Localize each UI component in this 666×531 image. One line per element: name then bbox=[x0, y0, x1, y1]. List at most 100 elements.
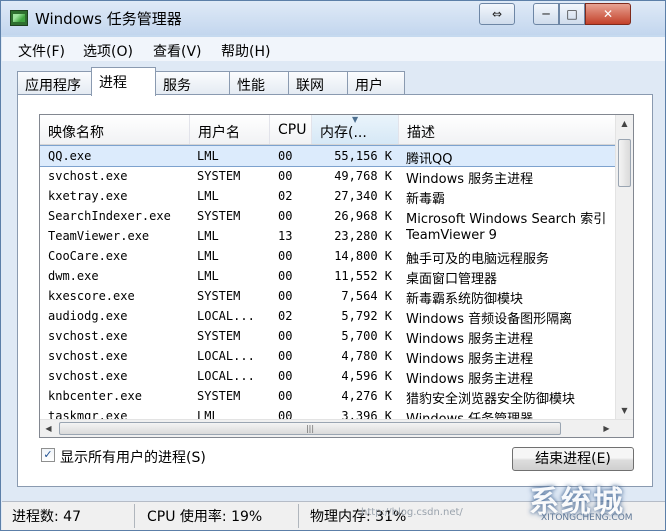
cell-memory: 4,780 K bbox=[341, 349, 392, 363]
scroll-right-arrow-icon[interactable]: ▶ bbox=[598, 420, 615, 437]
close-button[interactable]: ✕ bbox=[585, 3, 631, 25]
cell-user-name: LML bbox=[197, 249, 219, 263]
cell-image-name: knbcenter.exe bbox=[48, 389, 142, 403]
tab-services[interactable]: 服务 bbox=[155, 71, 230, 95]
table-row[interactable]: TeamViewer.exe LML 13 23,280 K TeamViewer 9 bbox=[40, 226, 615, 246]
cell-description: Windows 服务主进程 bbox=[406, 352, 534, 367]
cell-cpu: 00 bbox=[278, 349, 293, 363]
process-list[interactable]: 映像名称 用户名 CPU ▼ 内存(... 描述 QQ.exe LML 00 55,1… bbox=[39, 114, 634, 438]
column-cpu[interactable]: CPU bbox=[270, 115, 312, 144]
cell-memory: 27,340 K bbox=[334, 189, 392, 203]
cell-memory: 23,280 K bbox=[334, 229, 392, 243]
cell-memory: 5,700 K bbox=[341, 329, 392, 343]
table-row[interactable]: svchost.exe LOCAL... 00 4,596 K Windows 服务主进… bbox=[40, 366, 615, 387]
cell-cpu: 00 bbox=[278, 329, 293, 343]
cell-description: 腾讯QQ bbox=[406, 152, 453, 167]
menu-file[interactable]: 文件(F) bbox=[18, 41, 65, 61]
cell-cpu: 00 bbox=[278, 269, 293, 283]
cell-image-name: svchost.exe bbox=[48, 329, 128, 343]
column-image-name[interactable]: 映像名称 bbox=[40, 115, 190, 144]
cell-user-name: LOCAL... bbox=[197, 309, 255, 323]
cell-user-name: SYSTEM bbox=[197, 389, 241, 403]
cell-memory: 14,800 K bbox=[334, 249, 392, 263]
column-memory-label: 内存(... bbox=[320, 125, 367, 141]
status-divider bbox=[134, 504, 135, 528]
cell-description: 新毒霸系统防御模块 bbox=[406, 292, 524, 307]
cell-memory: 4,276 K bbox=[341, 389, 392, 403]
cell-cpu: 13 bbox=[278, 229, 293, 243]
cell-description: TeamViewer 9 bbox=[406, 228, 497, 243]
table-row[interactable]: SearchIndexer.exe SYSTEM 00 26,968 K Microso… bbox=[40, 206, 615, 227]
table-row[interactable]: kxetray.exe LML 02 27,340 K 新毒霸 bbox=[40, 186, 615, 207]
cell-user-name: SYSTEM bbox=[197, 329, 241, 343]
cell-memory: 55,156 K bbox=[334, 149, 392, 163]
blog-watermark: http://blog.csdn.net/ bbox=[361, 507, 463, 518]
tab-performance[interactable]: 性能 bbox=[229, 71, 289, 95]
cell-cpu: 00 bbox=[278, 169, 293, 183]
cell-description: Windows 服务主进程 bbox=[406, 172, 534, 187]
cell-cpu: 00 bbox=[278, 249, 293, 263]
cell-image-name: svchost.exe bbox=[48, 369, 128, 383]
table-row[interactable]: audiodg.exe LOCAL... 02 5,792 K Windows 音频设备… bbox=[40, 306, 615, 327]
cell-cpu: 02 bbox=[278, 189, 293, 203]
table-row[interactable]: svchost.exe SYSTEM 00 5,700 K Windows 服务主进程 bbox=[40, 326, 615, 347]
vertical-scrollbar[interactable]: ▲ ▼ bbox=[615, 115, 633, 419]
cell-description: 桌面窗口管理器 bbox=[406, 272, 498, 287]
scroll-up-arrow-icon[interactable]: ▲ bbox=[616, 115, 633, 132]
table-row[interactable]: dwm.exe LML 00 11,552 K 桌面窗口管理器 bbox=[40, 266, 615, 287]
table-row[interactable]: svchost.exe LOCAL... 00 4,780 K Windows 服务主进… bbox=[40, 346, 615, 367]
cell-memory: 11,552 K bbox=[334, 269, 392, 283]
cell-user-name: SYSTEM bbox=[197, 289, 241, 303]
scroll-left-arrow-icon[interactable]: ◀ bbox=[40, 420, 57, 437]
show-all-users-checkbox[interactable]: ✓ bbox=[41, 448, 55, 462]
table-row[interactable]: kxescore.exe SYSTEM 00 7,564 K 新毒霸系统防御模块 bbox=[40, 286, 615, 307]
cell-user-name: LOCAL... bbox=[197, 369, 255, 383]
tab-applications[interactable]: 应用程序 bbox=[17, 71, 92, 95]
column-header-row: 映像名称 用户名 CPU ▼ 内存(... 描述 bbox=[40, 115, 633, 145]
cell-image-name: TeamViewer.exe bbox=[48, 229, 150, 243]
cell-description: Windows 服务主进程 bbox=[406, 332, 534, 347]
tab-users[interactable]: 用户 bbox=[347, 71, 405, 95]
cell-image-name: kxescore.exe bbox=[48, 289, 135, 303]
tab-networking[interactable]: 联网 bbox=[288, 71, 348, 95]
horizontal-scrollbar[interactable]: ◀ ||| ▶ bbox=[40, 419, 633, 437]
column-user-name[interactable]: 用户名 bbox=[190, 115, 270, 144]
resize-button[interactable]: ⇔ bbox=[479, 3, 515, 25]
vertical-scroll-thumb[interactable] bbox=[618, 139, 631, 187]
cell-cpu: 00 bbox=[278, 369, 293, 383]
end-process-button[interactable]: 结束进程(E) bbox=[512, 447, 634, 471]
column-description[interactable]: 描述 bbox=[399, 115, 633, 144]
menu-help[interactable]: 帮助(H) bbox=[221, 41, 270, 61]
column-memory[interactable]: ▼ 内存(... bbox=[312, 115, 399, 144]
process-rows: QQ.exe LML 00 55,156 K 腾讯QQ svchost.exe SYSTEM… bbox=[40, 145, 616, 427]
cell-memory: 7,564 K bbox=[341, 289, 392, 303]
menu-options[interactable]: 选项(O) bbox=[83, 41, 133, 61]
cell-cpu: 00 bbox=[278, 209, 293, 223]
cell-cpu: 00 bbox=[278, 289, 293, 303]
menu-bar: 文件(F) 选项(O) 查看(V) 帮助(H) bbox=[2, 37, 665, 61]
cell-user-name: LML bbox=[197, 149, 219, 163]
horizontal-scroll-thumb[interactable]: ||| bbox=[59, 422, 561, 435]
sort-descending-icon: ▼ bbox=[352, 115, 359, 124]
status-divider bbox=[298, 504, 299, 528]
scroll-down-arrow-icon[interactable]: ▼ bbox=[616, 402, 633, 419]
minimize-button[interactable]: ─ bbox=[533, 3, 559, 25]
cell-image-name: kxetray.exe bbox=[48, 189, 128, 203]
maximize-button[interactable]: □ bbox=[559, 3, 585, 25]
tab-processes[interactable]: 进程 bbox=[91, 67, 156, 96]
cell-image-name: svchost.exe bbox=[48, 169, 128, 183]
table-row[interactable]: svchost.exe SYSTEM 00 49,768 K Windows 服务主进程 bbox=[40, 166, 615, 187]
task-manager-window: Windows 任务管理器 ⇔ ─ □ ✕ 文件(F) 选项(O) 查看(V) … bbox=[0, 0, 666, 531]
menu-view[interactable]: 查看(V) bbox=[153, 41, 202, 61]
cell-image-name: audiodg.exe bbox=[48, 309, 128, 323]
cell-memory: 5,792 K bbox=[341, 309, 392, 323]
table-row[interactable]: CooCare.exe LML 00 14,800 K 触手可及的电脑远程服务 bbox=[40, 246, 615, 267]
cell-description: 触手可及的电脑远程服务 bbox=[406, 252, 550, 267]
show-all-users-label: 显示所有用户的进程(S) bbox=[60, 450, 206, 466]
cell-image-name: QQ.exe bbox=[48, 149, 92, 163]
cell-cpu: 00 bbox=[278, 389, 293, 403]
cell-user-name: LML bbox=[197, 229, 219, 243]
title-bar[interactable]: Windows 任务管理器 ⇔ ─ □ ✕ bbox=[1, 1, 665, 35]
table-row[interactable]: knbcenter.exe SYSTEM 00 4,276 K 猎豹安全浏览器安全防御模… bbox=[40, 386, 615, 407]
table-row[interactable]: QQ.exe LML 00 55,156 K 腾讯QQ bbox=[40, 145, 616, 167]
